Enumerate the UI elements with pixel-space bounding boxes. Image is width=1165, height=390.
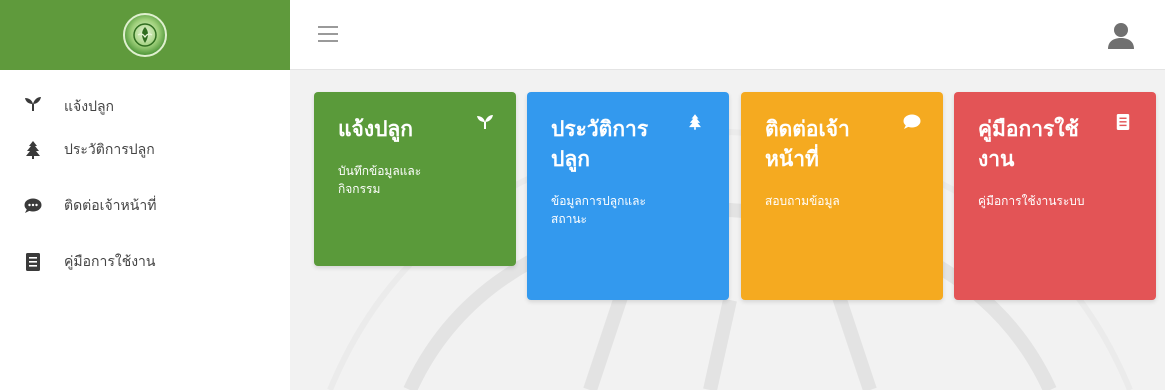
card-title: ประวัติการปลูก <box>551 117 649 171</box>
top-bar <box>290 0 1165 70</box>
sidebar-nav: แจ้งปลูก ประวัติการปลูก ติดต่อเจ้าหน้าที… <box>0 70 290 290</box>
card-history[interactable]: ประวัติการปลูก ข้อมูลการปลูกและสถานะ <box>527 92 729 300</box>
emblem-icon <box>133 23 157 47</box>
sidebar-item-history[interactable]: ประวัติการปลูก <box>0 122 290 178</box>
sidebar-item-report[interactable]: แจ้งปลูก <box>0 76 290 122</box>
card-title: คู่มือการใช้งาน <box>978 117 1079 171</box>
tree-icon <box>22 141 44 159</box>
card-title: แจ้งปลูก <box>338 117 414 141</box>
card-manual[interactable]: คู่มือการใช้งาน คู่มือการใช้งานระบบ <box>954 92 1156 300</box>
tree-icon <box>689 114 709 134</box>
sidebar-item-label: ประวัติการปลูก <box>64 142 155 158</box>
logo[interactable] <box>123 13 167 57</box>
card-subtitle: ข้อมูลการปลูกและสถานะ <box>551 194 646 226</box>
sidebar-item-label: คู่มือการใช้งาน <box>64 254 156 270</box>
card-contact[interactable]: ติดต่อเจ้าหน้าที่ สอบถามข้อมูล <box>741 92 943 300</box>
sidebar-item-label: แจ้งปลูก <box>64 99 115 115</box>
book-icon <box>1116 114 1136 134</box>
menu-toggle-icon[interactable] <box>318 26 338 42</box>
brand-bar <box>0 0 290 70</box>
card-subtitle: สอบถามข้อมูล <box>765 194 840 208</box>
sidebar-item-manual[interactable]: คู่มือการใช้งาน <box>0 234 290 290</box>
card-report[interactable]: แจ้งปลูก บันทึกข้อมูลและกิจกรรม <box>314 92 516 266</box>
sidebar-item-contact[interactable]: ติดต่อเจ้าหน้าที่ <box>0 178 290 234</box>
card-subtitle: คู่มือการใช้งานระบบ <box>978 194 1085 208</box>
book-icon <box>22 253 44 271</box>
chat-icon <box>903 114 923 134</box>
card-title: ติดต่อเจ้าหน้าที่ <box>765 117 850 171</box>
chat-icon <box>22 198 44 214</box>
main-content: แจ้งปลูก บันทึกข้อมูลและกิจกรรม ประวัติก… <box>290 70 1165 390</box>
sidebar: แจ้งปลูก ประวัติการปลูก ติดต่อเจ้าหน้าที… <box>0 0 290 390</box>
sprout-icon <box>476 114 496 134</box>
user-avatar-icon[interactable] <box>1107 22 1135 50</box>
card-subtitle: บันทึกข้อมูลและกิจกรรม <box>338 164 422 196</box>
sidebar-item-label: ติดต่อเจ้าหน้าที่ <box>64 198 157 214</box>
sprout-icon <box>22 96 44 112</box>
